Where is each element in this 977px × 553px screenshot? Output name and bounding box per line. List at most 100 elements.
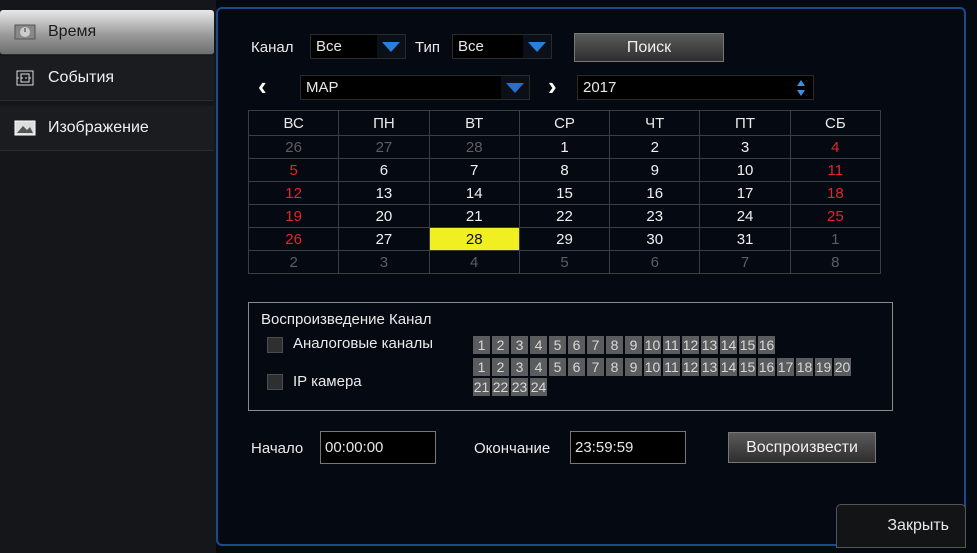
channel-cell[interactable]: 4 [530,336,547,354]
calendar-day[interactable]: 11 [789,158,882,182]
channel-cell[interactable]: 8 [606,336,623,354]
calendar-day-selected[interactable]: 28 [428,227,520,251]
channel-cell[interactable]: 6 [568,358,585,376]
calendar-day[interactable]: 18 [789,181,882,205]
channel-cell[interactable]: 14 [720,336,737,354]
month-select[interactable]: МАР [300,75,530,100]
calendar-day[interactable]: 5 [247,158,340,182]
chevron-down-icon[interactable] [377,35,405,58]
channel-cell[interactable]: 2 [492,358,509,376]
calendar-day[interactable]: 4 [789,135,882,159]
channel-cell[interactable]: 9 [625,358,642,376]
calendar-day[interactable]: 21 [428,204,520,228]
calendar-day[interactable]: 4 [428,250,520,274]
channel-cell[interactable]: 24 [530,378,547,396]
channel-cell[interactable]: 9 [625,336,642,354]
type-select[interactable]: Все [452,34,552,59]
channel-cell[interactable]: 21 [473,378,490,396]
channel-cell[interactable]: 6 [568,336,585,354]
sidebar-item-events[interactable]: События [0,56,214,101]
calendar-day[interactable]: 8 [518,158,611,182]
channel-cell[interactable]: 7 [587,336,604,354]
channel-cell[interactable]: 1 [473,358,490,376]
chevron-down-icon[interactable] [523,35,551,58]
channel-cell[interactable]: 12 [682,336,699,354]
year-spinner[interactable]: 2017 [577,75,814,100]
calendar-day[interactable]: 25 [789,204,882,228]
calendar-day[interactable]: 29 [518,227,611,251]
channel-select[interactable]: Все [310,34,406,59]
channel-cell[interactable]: 16 [758,358,775,376]
channel-cell[interactable]: 1 [473,336,490,354]
calendar-day[interactable]: 26 [247,135,340,159]
calendar-day[interactable]: 24 [699,204,791,228]
calendar-day[interactable]: 6 [609,250,701,274]
calendar-day[interactable]: 20 [338,204,430,228]
channel-cell[interactable]: 11 [663,336,680,354]
end-time-input[interactable]: 23:59:59 [570,431,686,464]
calendar-day[interactable]: 13 [338,181,430,205]
channel-cell[interactable]: 12 [682,358,699,376]
calendar-day[interactable]: 7 [428,158,520,182]
channel-cell[interactable]: 20 [834,358,851,376]
channel-cell[interactable]: 14 [720,358,737,376]
calendar-day[interactable]: 5 [518,250,611,274]
play-button[interactable]: Воспроизвести [728,432,876,463]
calendar-day[interactable]: 3 [699,135,791,159]
channel-cell[interactable]: 23 [511,378,528,396]
sidebar-item-time[interactable]: Время [0,10,214,55]
channel-cell[interactable]: 17 [777,358,794,376]
channel-cell[interactable]: 5 [549,358,566,376]
channel-cell[interactable]: 13 [701,336,718,354]
channel-cell[interactable]: 7 [587,358,604,376]
channel-cell[interactable]: 15 [739,358,756,376]
calendar-day[interactable]: 1 [789,227,882,251]
calendar-day[interactable]: 6 [338,158,430,182]
sidebar-item-image[interactable]: Изображение [0,106,214,151]
channel-cell[interactable]: 19 [815,358,832,376]
calendar-day[interactable]: 22 [518,204,611,228]
calendar-day[interactable]: 27 [338,135,430,159]
channel-cell[interactable]: 10 [644,358,661,376]
calendar-day[interactable]: 31 [699,227,791,251]
analog-checkbox[interactable] [267,337,283,353]
calendar-day[interactable]: 7 [699,250,791,274]
calendar-day[interactable]: 2 [609,135,701,159]
start-time-input[interactable]: 00:00:00 [320,431,436,464]
channel-cell[interactable]: 3 [511,358,528,376]
calendar-day[interactable]: 3 [338,250,430,274]
spinner-icon[interactable] [793,79,809,97]
channel-cell[interactable]: 8 [606,358,623,376]
prev-month-icon[interactable]: ‹ [258,73,267,99]
channel-cell[interactable]: 16 [758,336,775,354]
calendar-day[interactable]: 12 [247,181,340,205]
calendar-day[interactable]: 10 [699,158,791,182]
chevron-down-icon[interactable] [501,76,529,99]
channel-cell[interactable]: 2 [492,336,509,354]
calendar-day[interactable]: 8 [789,250,882,274]
ip-checkbox[interactable] [267,374,283,390]
search-button[interactable]: Поиск [574,33,724,62]
channel-cell[interactable]: 18 [796,358,813,376]
calendar-day[interactable]: 14 [428,181,520,205]
calendar-day[interactable]: 17 [699,181,791,205]
calendar-day[interactable]: 28 [428,135,520,159]
channel-cell[interactable]: 10 [644,336,661,354]
channel-cell[interactable]: 22 [492,378,509,396]
calendar-day[interactable]: 1 [518,135,611,159]
calendar-day[interactable]: 26 [247,227,340,251]
channel-cell[interactable]: 5 [549,336,566,354]
calendar-day[interactable]: 23 [609,204,701,228]
calendar-day[interactable]: 15 [518,181,611,205]
calendar-day[interactable]: 30 [609,227,701,251]
calendar-day[interactable]: 19 [247,204,340,228]
channel-cell[interactable]: 11 [663,358,680,376]
calendar-day[interactable]: 2 [247,250,340,274]
channel-cell[interactable]: 4 [530,358,547,376]
close-button[interactable]: Закрыть [836,504,966,548]
channel-cell[interactable]: 13 [701,358,718,376]
channel-cell[interactable]: 15 [739,336,756,354]
next-month-icon[interactable]: › [548,73,557,99]
channel-cell[interactable]: 3 [511,336,528,354]
calendar-day[interactable]: 16 [609,181,701,205]
